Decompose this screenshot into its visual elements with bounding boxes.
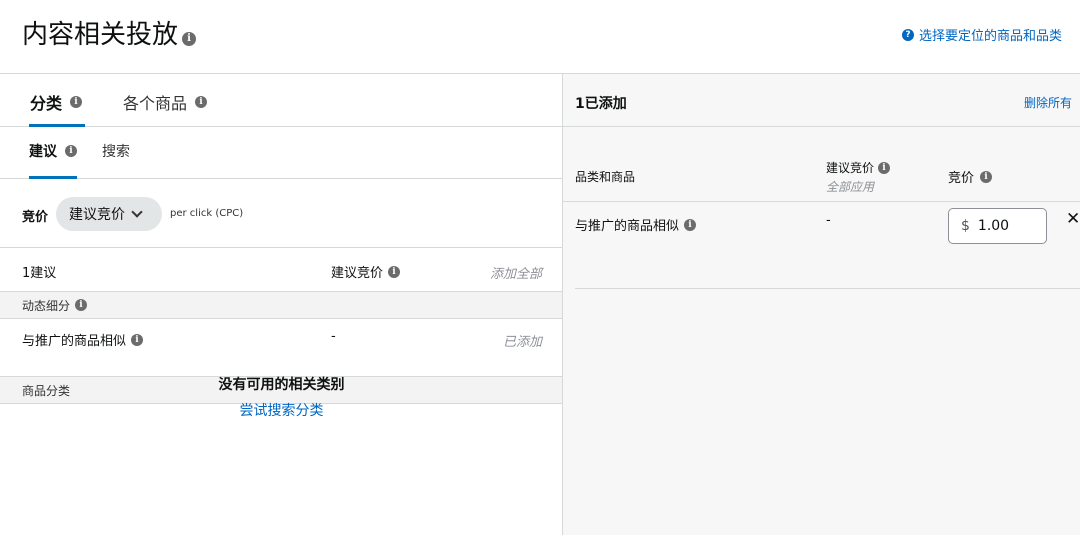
- added-header: 1已添加 删除所有: [563, 74, 1080, 127]
- help-link[interactable]: ? 选择要定位的商品和品类: [901, 25, 1062, 44]
- suggested-bid-column-header: 建议竞价 i: [331, 262, 401, 281]
- item-suggested-bid: -: [331, 329, 336, 344]
- bid-header: 竞价: [948, 171, 975, 186]
- apply-all-button[interactable]: 全部应用: [826, 178, 890, 195]
- item-name: 与推广的商品相似 i: [22, 330, 144, 349]
- remove-all-button[interactable]: 删除所有: [1024, 94, 1072, 111]
- info-icon[interactable]: i: [684, 218, 697, 231]
- info-icon[interactable]: i: [195, 96, 208, 108]
- added-panel: 1已添加 删除所有 品类和商品 建议竞价 i 全部应用 竞价 i 与推广的商品相…: [563, 73, 1080, 535]
- item-name-text: 与推广的商品相似: [22, 334, 127, 349]
- info-icon[interactable]: i: [131, 333, 144, 346]
- help-link-text[interactable]: 选择要定位的商品和品类: [919, 25, 1062, 44]
- bid-row: 竞价 建议竞价 per click (CPC): [0, 179, 562, 248]
- suggested-bid-header: 建议竞价: [826, 161, 875, 175]
- added-item-name: 与推广的商品相似 i: [575, 215, 697, 234]
- subtab-search[interactable]: 搜索: [102, 141, 130, 161]
- item-added-status: 已添加: [502, 335, 542, 350]
- added-item-suggested-bid: -: [826, 213, 831, 228]
- try-search-link[interactable]: 尝试搜索分类: [0, 400, 563, 420]
- add-all-button[interactable]: 添加全部: [490, 263, 542, 282]
- column-bid: 竞价 i: [948, 167, 993, 186]
- main-tabs: 分类 i 各个商品 i: [0, 74, 562, 127]
- page-title: 内容相关投放 i: [22, 14, 197, 51]
- table-row: 与推广的商品相似 i - $ 1.00 ✕: [575, 203, 1080, 289]
- bid-input[interactable]: $ 1.00: [948, 208, 1047, 244]
- subtab-search-label[interactable]: 搜索: [102, 141, 130, 161]
- per-click-label: per click (CPC): [170, 208, 244, 219]
- bid-input-value[interactable]: 1.00: [978, 218, 1009, 234]
- tab-products-label[interactable]: 各个商品: [123, 90, 187, 114]
- column-suggested-bid: 建议竞价 i 全部应用: [826, 159, 891, 195]
- suggestions-header: 1建议 建议竞价 i 添加全部: [0, 248, 562, 292]
- added-item-name-text: 与推广的商品相似: [575, 219, 680, 234]
- column-category-product: 品类和商品: [575, 170, 636, 184]
- bid-label: 竞价: [22, 210, 49, 225]
- subtab-suggested[interactable]: 建议 i: [29, 141, 77, 161]
- section-dynamic-segments: 动态细分 i: [0, 292, 562, 319]
- info-icon[interactable]: i: [388, 265, 401, 278]
- subtab-suggested-label[interactable]: 建议: [29, 141, 57, 161]
- tab-category-label[interactable]: 分类: [30, 90, 62, 114]
- tab-individual-products[interactable]: 各个商品 i: [123, 90, 208, 114]
- added-count: 1已添加: [575, 96, 627, 112]
- bid-type-dropdown[interactable]: 建议竞价: [56, 197, 162, 231]
- targeting-panel: 分类 i 各个商品 i 建议 i 搜索 竞价 建议竞价 per click (C…: [0, 73, 563, 535]
- suggested-bid-label: 建议竞价: [331, 266, 384, 281]
- close-icon[interactable]: ✕: [1066, 209, 1080, 229]
- info-icon[interactable]: i: [65, 145, 77, 157]
- chevron-down-icon[interactable]: [131, 206, 143, 218]
- sub-tabs: 建议 i 搜索: [0, 127, 562, 179]
- currency-symbol: $: [961, 218, 970, 234]
- info-icon[interactable]: i: [878, 161, 891, 174]
- empty-state-title: 没有可用的相关类别: [218, 377, 345, 393]
- empty-state: 没有可用的相关类别 尝试搜索分类: [0, 374, 563, 420]
- tab-category[interactable]: 分类 i: [30, 90, 83, 114]
- info-icon[interactable]: i: [182, 31, 197, 46]
- list-item: 与推广的商品相似 i - 已添加: [0, 319, 562, 377]
- suggestions-count: 1建议: [22, 266, 57, 281]
- bid-type-value[interactable]: 建议竞价: [69, 204, 125, 224]
- info-icon[interactable]: i: [70, 96, 83, 108]
- question-circle-icon: ?: [901, 28, 914, 41]
- added-table-header: 品类和商品 建议竞价 i 全部应用 竞价 i: [563, 127, 1080, 202]
- info-icon[interactable]: i: [980, 170, 993, 183]
- section-title: 动态细分: [22, 298, 71, 313]
- info-icon[interactable]: i: [75, 299, 88, 311]
- page-title-text: 内容相关投放: [22, 20, 179, 50]
